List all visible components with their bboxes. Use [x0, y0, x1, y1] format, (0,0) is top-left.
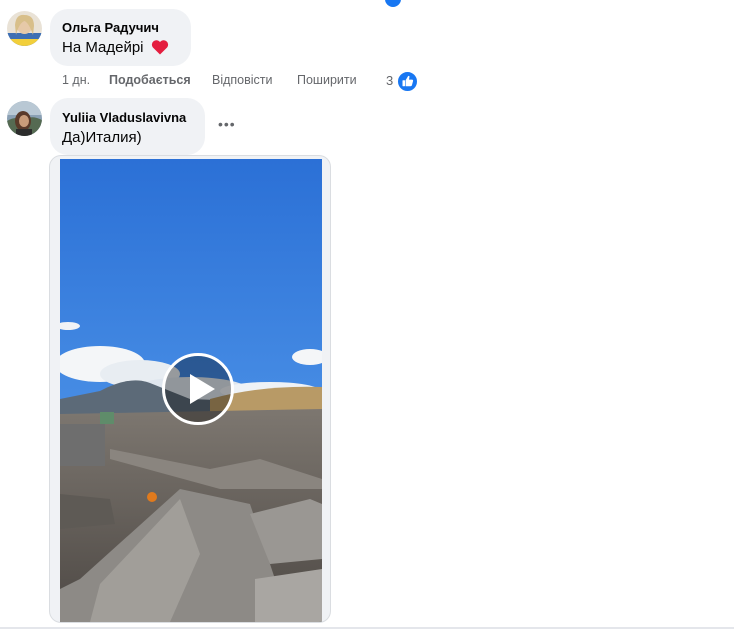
comment-author[interactable]: Yuliia Vladuslavivna — [62, 110, 186, 125]
avatar[interactable] — [7, 11, 42, 46]
comment-timestamp[interactable]: 1 дн. — [62, 73, 90, 87]
like-button[interactable]: Подобається — [109, 73, 191, 87]
comment-author[interactable]: Ольга Радучич — [62, 20, 159, 35]
heart-icon — [151, 39, 169, 59]
comment-text-content: На Мадейрі — [62, 39, 144, 56]
comment-bubble — [50, 98, 205, 155]
comment-text: На Мадейрі — [62, 39, 169, 59]
notification-dot — [385, 0, 401, 7]
avatar[interactable] — [7, 101, 42, 136]
like-icon[interactable] — [397, 71, 418, 92]
reaction-count[interactable]: 3 — [386, 73, 393, 88]
share-button[interactable]: Поширити — [297, 73, 357, 87]
video-thumbnail[interactable] — [60, 159, 322, 622]
reply-button[interactable]: Відповісти — [212, 73, 273, 87]
play-button[interactable] — [162, 353, 234, 425]
video-attachment[interactable] — [49, 155, 331, 623]
comment-text: Да)Италия) — [62, 129, 142, 146]
more-options-icon[interactable]: ••• — [218, 116, 236, 132]
